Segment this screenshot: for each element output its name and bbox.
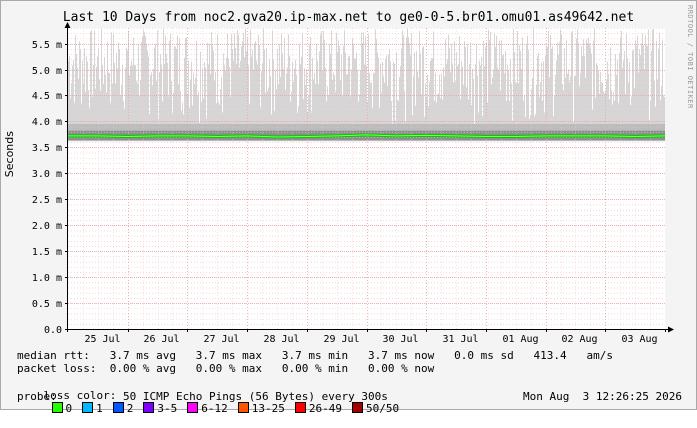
loss-color-item: 50/50 [352,402,399,415]
loss-color-swatch [294,402,306,413]
y-tick-label: 4.0 m [32,117,62,128]
y-tick-label: 4.5 m [32,91,62,102]
x-tick-label: 28 Jul [263,334,299,345]
loss-color-item: 2 [112,402,134,415]
y-tick-label: 1.5 m [32,247,62,258]
y-tick-label: 5.0 m [32,66,62,77]
x-axis-arrow [668,326,674,333]
loss-color-swatch [143,402,155,413]
loss-color-item-label: 26-49 [308,402,342,415]
loss-color-item: 0 [51,402,73,415]
loss-color-item: 26-49 [294,402,342,415]
loss-color-swatch [237,402,249,413]
y-tick-label: 5.5 m [32,40,62,51]
x-tick-label: 25 Jul [84,334,120,345]
loss-color-swatch [187,402,199,413]
plot-area: 0.0 0.5 m 1.0 m 1.5 m 2.0 m 2.5 m 3.0 m 3.5 m 4.… [32,22,674,345]
loss-color-swatch [112,402,124,413]
y-tick-label: 3.0 m [32,169,62,180]
x-tick-label: 31 Jul [442,334,478,345]
y-axis-arrow [64,22,71,28]
loss-color-swatch [51,402,63,413]
graph-timestamp: Mon Aug 3 12:26:25 2026 [523,390,682,403]
x-tick-label: 26 Jul [143,334,179,345]
loss-color-item: 13-25 [237,402,285,415]
packet-loss-stats: packet loss: 0.00 % avg 0.00 % max 0.00 … [17,362,435,375]
median-rtt-stats: median rtt: 3.7 ms avg 3.7 ms max 3.7 ms… [17,349,614,362]
loss-color-item: 6-12 [187,402,228,415]
loss-color-item-label: 3-5 [157,402,178,415]
loss-color-item: 1 [82,402,103,415]
loss-color-item-label: 6-12 [201,402,228,415]
loss-color-item-label: 50/50 [366,402,400,415]
y-tick-label: 3.5 m [32,143,62,154]
loss-color-item-label: 0 [65,402,73,415]
x-tick-label: 02 Aug [561,334,597,345]
x-tick-label: 27 Jul [203,334,239,345]
loss-color-item-label: 1 [96,402,103,415]
y-tick-label: 2.0 m [32,221,62,232]
x-tick-label: 01 Aug [502,334,538,345]
y-tick-label: 1.0 m [32,273,62,284]
loss-color-swatch [82,402,94,413]
probe-info: probe: 50 ICMP Echo Pings (56 Bytes) eve… [17,390,388,403]
loss-color-item-label: 2 [126,402,134,415]
loss-color-items: 0 1 2 3-5 6-12 13-25 26-49 50/50 [44,402,410,415]
loss-color-item-label: 13-25 [251,402,285,415]
loss-color-swatch [352,402,363,413]
y-tick-label: 0.0 [44,325,62,336]
y-tick-label: 2.5 m [32,195,62,206]
loss-color-item: 3-5 [143,402,177,415]
x-tick-label: 03 Aug [621,334,657,345]
smokeping-graph: Last 10 Days from noc2.gva20.ip-max.net … [0,0,697,415]
y-tick-label: 0.5 m [32,299,62,310]
x-tick-label: 29 Jul [323,334,359,345]
x-tick-label: 30 Jul [382,334,418,345]
